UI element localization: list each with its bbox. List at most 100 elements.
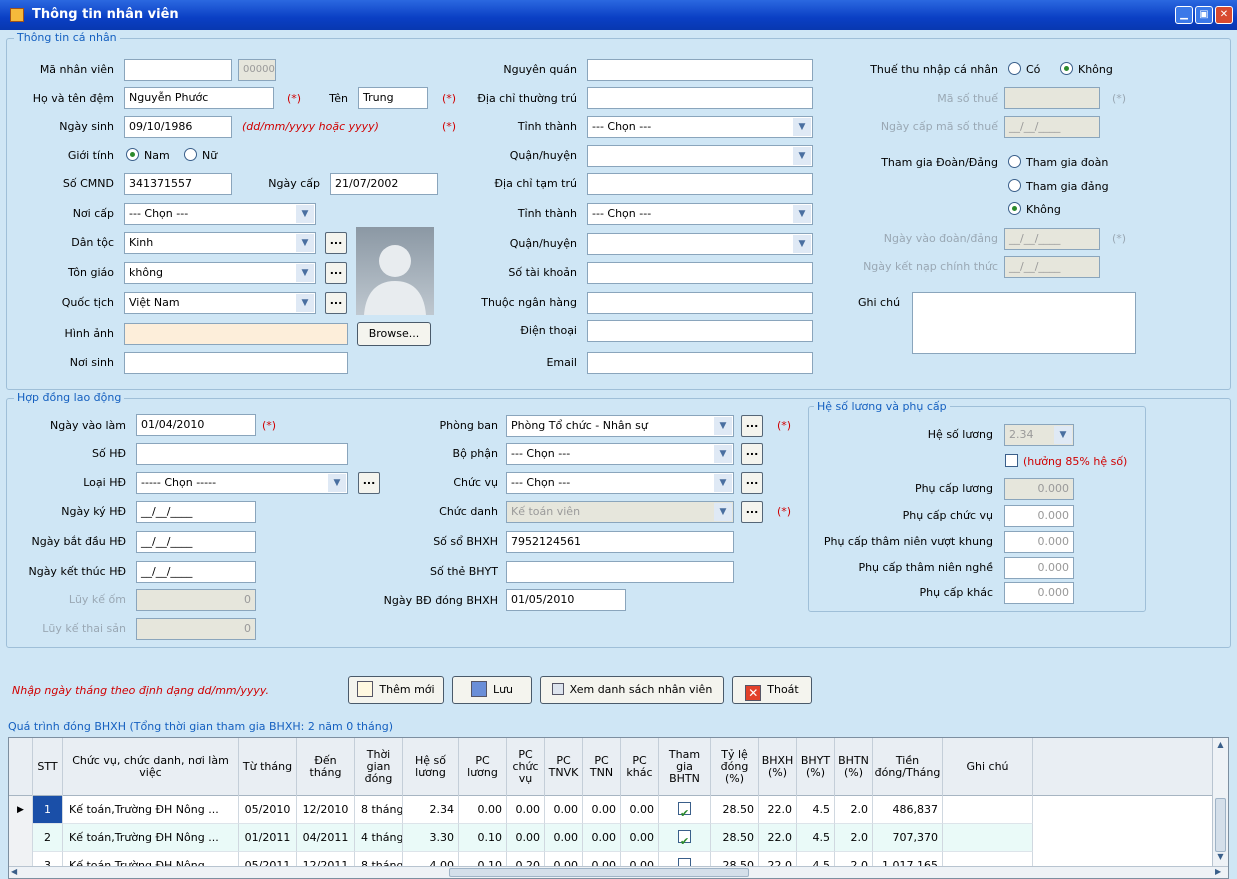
cell-pc-tnn[interactable]: 0.00: [583, 796, 621, 824]
row-header[interactable]: [9, 824, 33, 852]
column-header-bhtn-join[interactable]: Tham gia BHTN: [659, 738, 711, 796]
ethnicity-select[interactable]: Kinh ▼: [124, 232, 316, 254]
gender-female-radio[interactable]: Nữ: [184, 145, 217, 167]
column-header-position-workplace[interactable]: Chức vụ, chức danh, nơi làm việc: [63, 738, 239, 796]
nationality-more-button[interactable]: ...: [325, 292, 347, 314]
column-header-pc-other[interactable]: PC khác: [621, 738, 659, 796]
column-header-note[interactable]: Ghi chú: [943, 738, 1033, 796]
position-more-button[interactable]: ...: [741, 472, 763, 494]
bank-account-input[interactable]: [587, 262, 813, 284]
department-select[interactable]: Phòng Tổ chức - Nhân sự ▼: [506, 415, 734, 437]
cell-monthly-amount[interactable]: 707,370: [873, 824, 943, 852]
other-allowance-input[interactable]: 0.000: [1004, 582, 1074, 604]
cell-pc-salary[interactable]: 0.10: [459, 824, 507, 852]
temp-address-input[interactable]: [587, 173, 813, 195]
minimize-button[interactable]: ▁: [1175, 6, 1193, 24]
issue-date-input[interactable]: 21/07/2002: [330, 173, 438, 195]
scroll-down-icon[interactable]: ▼: [1214, 852, 1227, 864]
cell-note[interactable]: [943, 796, 1033, 824]
cell-rate[interactable]: 28.50: [711, 796, 759, 824]
cell-to-month[interactable]: 12/2010: [297, 796, 355, 824]
youth-union-radio[interactable]: Tham gia đoàn: [1008, 152, 1108, 174]
cell-salary-coef[interactable]: 3.30: [403, 824, 459, 852]
scroll-up-icon[interactable]: ▲: [1214, 740, 1227, 752]
row-header[interactable]: ▶: [9, 796, 33, 824]
none-radio[interactable]: Không: [1008, 199, 1061, 221]
column-header-bhtn[interactable]: BHTN (%): [835, 738, 873, 796]
exit-button[interactable]: ✕ Thoát: [732, 676, 812, 704]
seniority-over-input[interactable]: 0.000: [1004, 531, 1074, 553]
cell-bhxh[interactable]: 22.0: [759, 824, 797, 852]
temp-district-select[interactable]: ▼: [587, 233, 813, 255]
gender-male-radio[interactable]: Nam: [126, 145, 170, 167]
vertical-scrollbar[interactable]: ▲ ▼: [1212, 738, 1228, 866]
h-scrollbar-thumb[interactable]: [449, 868, 749, 877]
cell-position-workplace[interactable]: Kế toán,Trường ĐH Nông ...: [63, 824, 239, 852]
column-header-pc-position[interactable]: PC chức vụ: [507, 738, 545, 796]
cell-from-month[interactable]: 01/2011: [239, 824, 297, 852]
employee-id-input[interactable]: [124, 59, 232, 81]
department-more-button[interactable]: ...: [741, 415, 763, 437]
party-radio[interactable]: Tham gia đảng: [1008, 176, 1109, 198]
cell-bhtn[interactable]: 2.0: [835, 824, 873, 852]
column-header-stt[interactable]: STT: [33, 738, 63, 796]
column-header-duration[interactable]: Thời gian đóng: [355, 738, 403, 796]
scroll-left-icon[interactable]: ◀: [11, 867, 17, 876]
checkbox-checked-icon[interactable]: [678, 828, 691, 851]
cell-bhyt[interactable]: 4.5: [797, 824, 835, 852]
scrollbar-thumb[interactable]: [1215, 798, 1226, 852]
cell-pc-tnn[interactable]: 0.00: [583, 824, 621, 852]
email-input[interactable]: [587, 352, 813, 374]
cell-to-month[interactable]: 04/2011: [297, 824, 355, 852]
income-tax-no-radio[interactable]: Không: [1060, 59, 1113, 81]
note-textarea[interactable]: [912, 292, 1136, 354]
column-header-pc-tnvk[interactable]: PC TNVK: [545, 738, 583, 796]
cell-bhxh[interactable]: 22.0: [759, 796, 797, 824]
cell-pc-other[interactable]: 0.00: [621, 824, 659, 852]
cell-pc-tnvk[interactable]: 0.00: [545, 824, 583, 852]
column-header-bhxh[interactable]: BHXH (%): [759, 738, 797, 796]
contract-end-input[interactable]: __/__/____: [136, 561, 256, 583]
cell-salary-coef[interactable]: 2.34: [403, 796, 459, 824]
religion-more-button[interactable]: ...: [325, 262, 347, 284]
insurance-history-grid[interactable]: STT Chức vụ, chức danh, nơi làm việc Từ th…: [8, 737, 1229, 879]
hometown-input[interactable]: [587, 59, 813, 81]
cell-bhtn-join[interactable]: [659, 824, 711, 852]
cell-rate[interactable]: 28.50: [711, 824, 759, 852]
district-select[interactable]: ▼: [587, 145, 813, 167]
contract-number-input[interactable]: [136, 443, 348, 465]
cell-pc-position[interactable]: 0.00: [507, 824, 545, 852]
bank-name-input[interactable]: [587, 292, 813, 314]
cell-from-month[interactable]: 05/2010: [239, 796, 297, 824]
column-header-bhyt[interactable]: BHYT (%): [797, 738, 835, 796]
contract-type-select[interactable]: ----- Chọn ----- ▼: [136, 472, 348, 494]
temp-province-select[interactable]: --- Chọn --- ▼: [587, 203, 813, 225]
cell-pc-position[interactable]: 0.00: [507, 796, 545, 824]
religion-select[interactable]: không ▼: [124, 262, 316, 284]
position-select[interactable]: --- Chọn --- ▼: [506, 472, 734, 494]
nationality-select[interactable]: Việt Nam ▼: [124, 292, 316, 314]
cell-note[interactable]: [943, 824, 1033, 852]
phone-input[interactable]: [587, 320, 813, 342]
cell-bhtn[interactable]: 2.0: [835, 796, 873, 824]
cell-duration[interactable]: 8 tháng: [355, 796, 403, 824]
save-button[interactable]: Lưu: [452, 676, 532, 704]
cell-pc-other[interactable]: 0.00: [621, 796, 659, 824]
column-header-to-month[interactable]: Đến tháng: [297, 738, 355, 796]
cell-stt[interactable]: 1: [33, 796, 63, 824]
contract-type-more-button[interactable]: ...: [358, 472, 380, 494]
issue-place-select[interactable]: --- Chọn --- ▼: [124, 203, 316, 225]
position-allowance-input[interactable]: 0.000: [1004, 505, 1074, 527]
cell-monthly-amount[interactable]: 486,837: [873, 796, 943, 824]
cell-bhtn-join[interactable]: [659, 796, 711, 824]
cell-duration[interactable]: 4 tháng: [355, 824, 403, 852]
permanent-address-input[interactable]: [587, 87, 813, 109]
coef-85-checkbox[interactable]: (hưởng 85% hệ số): [1005, 451, 1127, 473]
last-name-input[interactable]: Nguyễn Phước: [124, 87, 274, 109]
cell-stt[interactable]: 2: [33, 824, 63, 852]
cell-pc-tnvk[interactable]: 0.00: [545, 796, 583, 824]
sign-date-input[interactable]: __/__/____: [136, 501, 256, 523]
division-select[interactable]: --- Chọn --- ▼: [506, 443, 734, 465]
browse-button[interactable]: Browse...: [357, 322, 431, 346]
income-tax-yes-radio[interactable]: Có: [1008, 59, 1040, 81]
